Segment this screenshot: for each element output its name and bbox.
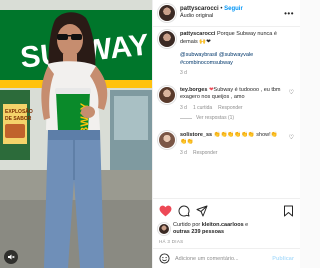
view-replies-button[interactable]: Ver respostas (1) <box>180 115 284 123</box>
bookmark-icon[interactable] <box>283 205 294 217</box>
emoji-smile-icon[interactable] <box>159 253 170 264</box>
post-actions: Curtido por kleiton.caarloos e outras 23… <box>153 198 300 244</box>
likes-prefix: Curtido por <box>173 222 201 228</box>
reply-button[interactable]: Responder <box>218 105 242 113</box>
photo-scene: SUBWAY EXPLOSÃO DE SABOR <box>0 0 152 268</box>
replies-divider <box>180 118 192 120</box>
comment-username[interactable]: solistore_ss <box>180 132 212 138</box>
audio-label[interactable]: Áudio original <box>180 14 279 20</box>
caption-mentions[interactable]: @subwaybrasil @subwayvale #combinocomsub… <box>180 52 294 67</box>
liker-avatar[interactable] <box>159 224 169 234</box>
comment-icon[interactable] <box>178 205 190 217</box>
side-sign-line-2: DE SABOR <box>5 116 32 122</box>
add-comment-bar: Adicione um comentário... Publicar <box>153 248 300 268</box>
caption-username[interactable]: pattyscarocci <box>180 31 215 37</box>
follow-button[interactable]: Seguir <box>224 6 243 12</box>
post-author-block: pattyscarocci • Seguir Áudio original <box>180 6 279 20</box>
avatar[interactable] <box>159 5 175 21</box>
comment-age: 3 d <box>180 104 187 111</box>
caption: pattyscarocci Porque Subway nunca é dema… <box>159 31 294 78</box>
caption-age: 3 d <box>180 70 187 76</box>
comment-username[interactable]: tey.borges <box>180 87 207 93</box>
list-item: tey.borges ❤Subway é tudoooo , eu tbm ex… <box>159 86 294 123</box>
side-sign-line-1: EXPLOSÃO <box>5 108 33 115</box>
post-photo[interactable]: SUBWAY EXPLOSÃO DE SABOR <box>0 0 152 268</box>
like-heart-icon[interactable] <box>159 205 172 217</box>
comments-list: pattyscarocci Porque Subway nunca é dema… <box>153 27 300 198</box>
commenter-avatar[interactable] <box>159 131 175 148</box>
commenter-avatar[interactable] <box>159 86 175 103</box>
share-icon[interactable] <box>196 205 208 217</box>
post-side-panel: pattyscarocci • Seguir Áudio original ••… <box>152 0 300 268</box>
comment-like-heart-icon[interactable]: ♡ <box>289 87 294 123</box>
comment-age: 3 d <box>180 149 187 156</box>
post-date[interactable]: HÁ 3 DIAS <box>159 239 294 244</box>
likes-summary: Curtido por kleiton.caarloos e outras 23… <box>159 222 294 236</box>
list-item: solistore_ss 👏👏👏👏👏👏 show!👏👏👏 3 d Respond… <box>159 131 294 158</box>
comment-like-heart-icon[interactable]: ♡ <box>289 132 294 158</box>
reply-button[interactable]: Responder <box>193 150 217 158</box>
mute-toggle-button[interactable] <box>4 250 18 264</box>
publish-button[interactable]: Publicar <box>272 256 294 262</box>
post-header: pattyscarocci • Seguir Áudio original ••… <box>153 0 300 27</box>
speaker-muted-icon <box>8 254 15 260</box>
liker-username[interactable]: kleiton.caarloos <box>202 222 244 228</box>
caption-emoji: 🙌❤ <box>199 38 211 45</box>
likes-others-link[interactable]: outras 239 pessoas <box>173 229 224 235</box>
comment-input[interactable]: Adicione um comentário... <box>175 256 267 262</box>
more-options-icon[interactable]: ••• <box>284 9 294 18</box>
caption-avatar[interactable] <box>159 31 175 47</box>
comment-likes[interactable]: 1 curtida <box>193 105 212 113</box>
instagram-post: SUBWAY EXPLOSÃO DE SABOR <box>0 0 300 268</box>
likes-connector: e <box>245 222 249 228</box>
author-username[interactable]: pattyscarocci <box>180 6 219 12</box>
view-replies-label: Ver respostas (1) <box>196 115 235 121</box>
